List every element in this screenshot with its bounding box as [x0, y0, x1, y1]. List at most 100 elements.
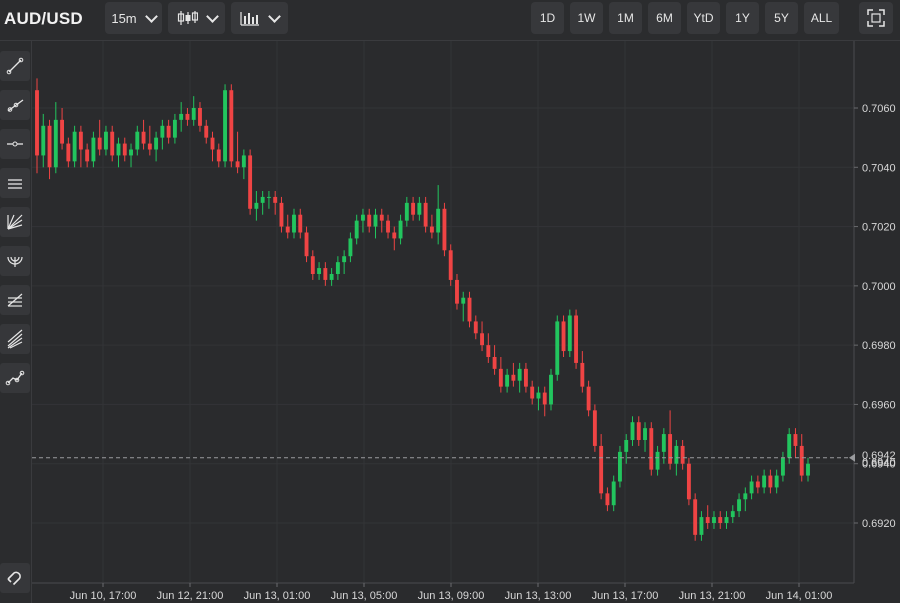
candle-body [198, 108, 202, 126]
time-tick-label: Jun 13, 17:00 [592, 590, 659, 602]
candle-body [755, 481, 760, 488]
price-tick-label: 0.7020 [862, 222, 896, 234]
chart-style-dropdown[interactable] [168, 2, 225, 34]
candle-body [724, 517, 729, 523]
candle-body [574, 315, 579, 363]
indicators-dropdown[interactable] [231, 2, 288, 34]
candle-body [467, 297, 472, 322]
polyline-icon [5, 370, 25, 386]
candle-body [241, 155, 246, 168]
trend-line-icon [6, 57, 24, 75]
candle-body [154, 137, 159, 150]
candle-body [705, 517, 710, 523]
candle-body [216, 149, 221, 162]
range-all-button[interactable]: ALL [804, 2, 839, 34]
candle-body [53, 119, 58, 168]
candle [592, 404, 597, 452]
range-1y-button[interactable]: 1Y [726, 2, 759, 34]
range-6m-button[interactable]: 6M [648, 2, 681, 34]
candle-body [310, 256, 315, 274]
candle-body [624, 440, 629, 452]
candle-body [329, 274, 334, 280]
candle-body [473, 321, 478, 334]
fib-arc-tool[interactable] [0, 246, 30, 276]
candle-body [386, 220, 390, 233]
candle-body [712, 517, 716, 523]
time-tick-label: Jun 13, 21:00 [679, 590, 746, 602]
magnet-tool[interactable] [0, 563, 30, 593]
time-tick-label: Jun 13, 13:00 [505, 590, 572, 602]
parallel-channel-tool[interactable] [0, 168, 30, 198]
range-1d-button[interactable]: 1D [531, 2, 564, 34]
price-tick-label: 0.7000 [862, 281, 896, 293]
candle-body [530, 386, 535, 399]
candle-body [335, 262, 340, 274]
candle-body [762, 475, 767, 488]
range-1m-button[interactable]: 1M [609, 2, 642, 34]
candle-body [768, 475, 773, 488]
price-scale-label: 0.6940 [862, 457, 896, 469]
candle-body [737, 499, 741, 512]
candle-body [442, 208, 447, 251]
time-tick-label: Jun 12, 21:00 [157, 590, 224, 602]
candle-body [122, 143, 127, 156]
candlestick-icon [177, 11, 198, 25]
candle-body [549, 374, 553, 405]
candle-body [292, 214, 296, 233]
candle-body [223, 90, 227, 162]
candle-body [60, 119, 65, 144]
chart-canvas[interactable]: 0.7060 0.7040 0.7020 0.7000 0.6980 0.6960 0.69… [32, 41, 900, 603]
candle-body [480, 333, 484, 346]
candle-body [743, 493, 748, 500]
candle-body [536, 392, 541, 399]
polyline-tool[interactable] [0, 363, 30, 393]
candle-body [266, 196, 271, 198]
candle-body [806, 463, 810, 476]
candle [693, 493, 698, 541]
fullscreen-button[interactable] [859, 2, 893, 34]
candle-body [72, 131, 77, 162]
time-tick-label: Jun 10, 17:00 [70, 590, 137, 602]
candle-body [787, 434, 792, 458]
candle-body [379, 214, 384, 221]
candle-body [248, 155, 253, 209]
candle [448, 244, 453, 286]
fullscreen-icon [867, 9, 885, 27]
candle-body [285, 226, 290, 233]
time-axis: Jun 10, 17:00 Jun 12, 21:00 Jun 13, 01:00 J… [70, 583, 833, 602]
plot-area [32, 41, 854, 583]
range-5y-button[interactable]: 5Y [765, 2, 798, 34]
ray-tool[interactable] [0, 90, 30, 120]
range-ytd-button[interactable]: YtD [687, 2, 720, 34]
candle-body [104, 131, 108, 150]
candle-body [97, 137, 102, 150]
fib-fan-tool[interactable] [0, 207, 30, 237]
candle-body [730, 511, 735, 518]
horizontal-line-icon [7, 141, 23, 147]
candle-body [674, 445, 679, 464]
time-tick-label: Jun 14, 01:00 [766, 590, 833, 602]
candle [223, 84, 227, 168]
chevron-down-icon [206, 9, 219, 23]
candle-body [342, 256, 347, 263]
price-chart[interactable]: 0.7060 0.7040 0.7020 0.7000 0.6980 0.6960 0.69… [32, 41, 900, 603]
candle [72, 125, 77, 168]
horizontal-line-tool[interactable] [0, 129, 30, 159]
range-1w-button[interactable]: 1W [570, 2, 603, 34]
candle-body [680, 445, 685, 464]
candle-body [185, 113, 190, 120]
candle-body [780, 457, 785, 476]
fib-retracement-tool[interactable] [0, 285, 30, 315]
candle-body [523, 368, 528, 387]
candle-body [455, 279, 459, 304]
candle-body [630, 422, 635, 440]
candle-body [411, 202, 416, 215]
candle-body [361, 214, 365, 221]
interval-dropdown[interactable]: 15m [105, 2, 162, 34]
candle-body [348, 238, 353, 257]
trend-line-tool[interactable] [0, 51, 30, 81]
top-toolbar: AUD/USD 15m 1D 1W 1M 6M YtD 1Y 5Y ALL [0, 0, 900, 41]
candle-body [323, 268, 328, 280]
pitchfork-tool[interactable] [0, 324, 30, 354]
candle-body [561, 321, 566, 352]
